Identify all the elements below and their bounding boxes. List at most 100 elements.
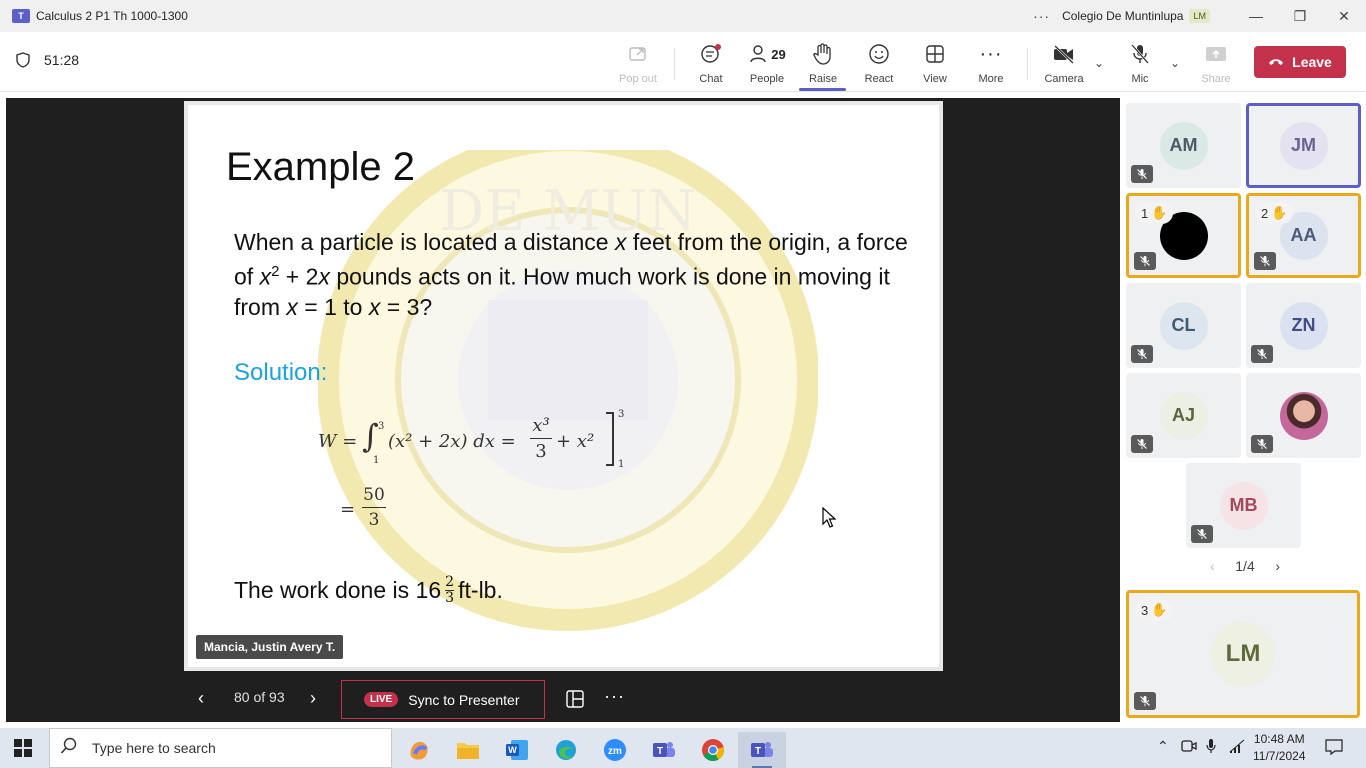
participant-tile[interactable]: AJ	[1126, 373, 1241, 458]
word-icon[interactable]: W	[493, 732, 541, 768]
eq-integrand: (x² + 2x) dx =	[388, 431, 516, 452]
svg-text:T: T	[755, 746, 761, 757]
slide-more-options-button[interactable]: ···	[604, 686, 625, 707]
system-clock[interactable]: 10:48 AM 11/7/2024	[1253, 731, 1306, 765]
people-button[interactable]: 29 People	[739, 42, 795, 88]
microphone-tray-icon[interactable]	[1205, 738, 1217, 757]
participant-avatar: AJ	[1159, 391, 1208, 440]
chat-label: Chat	[699, 73, 723, 85]
muted-mic-icon	[1251, 435, 1273, 453]
teams-active-icon[interactable]: T	[738, 732, 786, 768]
problem-var: x	[368, 293, 381, 320]
integral-lower-limit: 1	[373, 455, 380, 466]
camera-off-icon	[1052, 42, 1076, 66]
muted-mic-icon	[1131, 165, 1153, 183]
slide-title: Example 2	[226, 145, 415, 189]
show-hidden-icons-chevron-icon[interactable]: ⌃	[1157, 738, 1169, 755]
participant-tile[interactable]	[1246, 373, 1361, 458]
organization-name[interactable]: Colegio De Muntinlupa	[1062, 9, 1183, 23]
view-button[interactable]: View	[907, 42, 963, 88]
mouse-cursor-icon	[822, 507, 836, 528]
chat-button[interactable]: Chat	[683, 42, 739, 88]
ellipsis-icon: ···	[979, 42, 1003, 65]
participant-tile[interactable]: AM	[1126, 103, 1241, 188]
mic-off-icon	[1130, 42, 1150, 66]
eq-lhs: W =	[318, 431, 358, 452]
search-icon	[60, 737, 78, 760]
close-button[interactable]: ✕	[1322, 0, 1366, 32]
more-options-icon[interactable]: ···	[1033, 8, 1050, 24]
participant-tile[interactable]: ZN	[1246, 283, 1361, 368]
eq-fraction: x³ 3	[530, 415, 552, 462]
emoji-icon	[868, 42, 890, 66]
eq2-denominator: 3	[368, 510, 380, 530]
chrome-icon[interactable]	[689, 732, 737, 768]
meeting-toolbar: 51:28 Pop out Chat 29 People Raise React…	[0, 32, 1366, 92]
gallery-next-button[interactable]: ›	[1275, 558, 1280, 574]
participant-tile[interactable]: LM 3 ✋	[1126, 590, 1360, 718]
previous-slide-button[interactable]: ‹	[198, 688, 204, 709]
share-button[interactable]: Share	[1188, 42, 1244, 88]
participant-tile[interactable]: CL	[1126, 283, 1241, 368]
problem-var: x	[318, 263, 330, 290]
sync-to-presenter-button[interactable]: LIVE Sync to Presenter	[341, 680, 545, 719]
more-label: More	[978, 73, 1004, 85]
participant-tile[interactable]: AA 2 ✋	[1246, 193, 1361, 278]
copilot-icon[interactable]	[395, 732, 443, 768]
popout-button[interactable]: Pop out	[610, 42, 666, 88]
profile-badge[interactable]: LM	[1189, 9, 1210, 23]
participant-avatar: CL	[1159, 301, 1208, 350]
more-button[interactable]: ··· More	[963, 42, 1019, 88]
notification-center-icon[interactable]	[1325, 738, 1343, 759]
restore-button[interactable]: ❐	[1278, 0, 1322, 32]
file-explorer-icon[interactable]	[444, 732, 492, 768]
layout-icon[interactable]	[566, 690, 584, 708]
next-slide-button[interactable]: ›	[310, 688, 316, 709]
mic-button[interactable]: Mic	[1112, 42, 1168, 88]
raise-active-indicator	[799, 88, 846, 91]
window-titlebar: T Calculus 2 P1 Th 1000-1300 ··· Colegio…	[0, 0, 1366, 32]
participant-avatar: JM	[1279, 121, 1328, 170]
network-icon[interactable]	[1228, 738, 1246, 757]
camera-options-chevron-icon[interactable]: ⌄	[1094, 56, 1104, 70]
answer-frac-denominator: 3	[445, 590, 455, 606]
teams-icon[interactable]: T	[640, 732, 688, 768]
participant-tile[interactable]: MB	[1186, 463, 1301, 548]
problem-text-3: + 2	[279, 263, 319, 290]
eq2-equals: =	[340, 499, 356, 520]
windows-start-icon[interactable]	[14, 739, 32, 757]
participant-tile[interactable]: 1 ✋	[1126, 193, 1241, 278]
participant-avatar: AM	[1159, 121, 1208, 170]
svg-text:T: T	[657, 746, 663, 757]
work-result-equation: = 50 3	[340, 485, 400, 537]
fraction-bar	[362, 507, 386, 508]
raise-hand-button[interactable]: Raise	[795, 42, 851, 88]
zoom-icon[interactable]: zm	[591, 732, 639, 768]
mic-options-chevron-icon[interactable]: ⌄	[1170, 56, 1180, 70]
minimize-button[interactable]: —	[1234, 0, 1278, 32]
problem-var: x	[259, 263, 272, 290]
participant-tile[interactable]: JM	[1246, 103, 1361, 188]
react-button[interactable]: React	[851, 42, 907, 88]
answer-frac-numerator: 2	[445, 574, 455, 590]
eq-plus-term: + x²	[556, 431, 595, 452]
problem-text-1: When a particle is located a distance	[234, 229, 615, 255]
eval-lower-limit: 1	[618, 459, 625, 470]
popout-label: Pop out	[619, 73, 657, 85]
people-label: People	[749, 73, 785, 85]
meet-now-icon[interactable]	[1181, 738, 1197, 757]
raised-hand-icon: ✋	[1271, 205, 1288, 220]
shield-icon	[16, 52, 30, 68]
taskbar-search-box[interactable]: Type here to search	[49, 728, 392, 768]
problem-var: x	[286, 293, 298, 320]
muted-mic-icon	[1251, 345, 1273, 363]
raised-hand-badge: 1 ✋	[1135, 202, 1174, 224]
edge-icon[interactable]	[542, 732, 590, 768]
leave-button[interactable]: Leave	[1254, 46, 1346, 78]
gallery-prev-button[interactable]: ‹	[1210, 558, 1215, 574]
grid-icon	[925, 42, 945, 66]
integral-sign: ∫	[362, 417, 379, 455]
eval-upper-limit: 3	[618, 409, 625, 420]
raised-hand-badge: 3 ✋	[1135, 599, 1174, 621]
camera-button[interactable]: Camera	[1036, 42, 1092, 88]
